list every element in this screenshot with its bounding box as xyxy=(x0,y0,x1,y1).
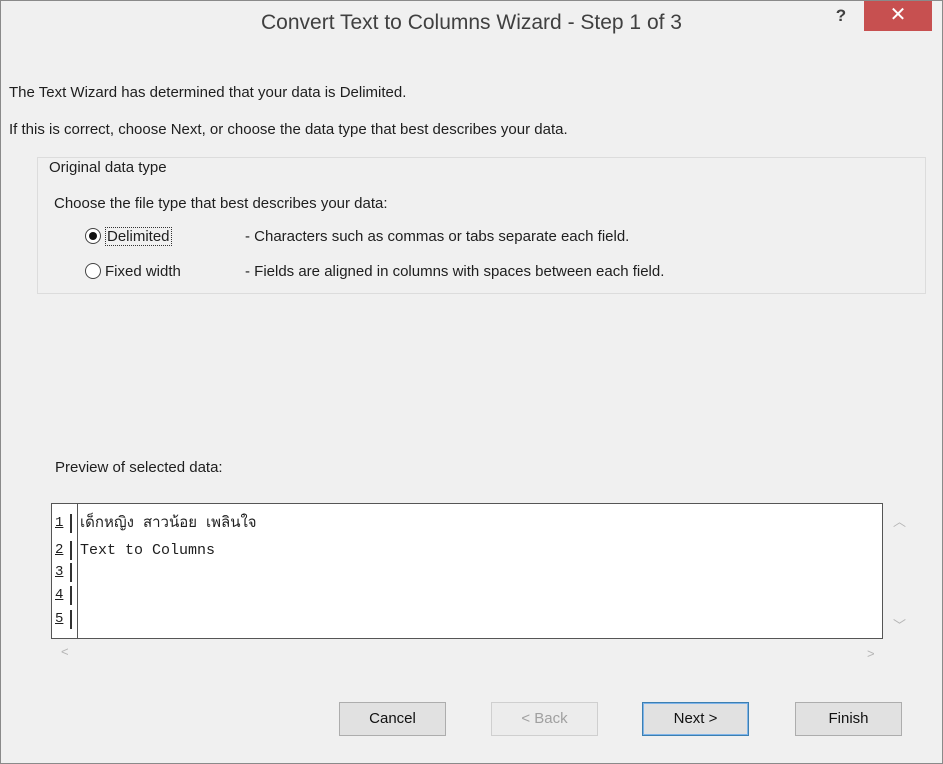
line-number: 2 xyxy=(55,541,72,560)
fixed-width-option[interactable]: Fixed width - Fields are aligned in colu… xyxy=(85,260,664,282)
close-button[interactable]: ✕ xyxy=(864,1,932,31)
cancel-button[interactable]: Cancel xyxy=(339,702,446,736)
fixed-width-label[interactable]: Fixed width xyxy=(105,263,181,280)
next-button-label: Next > xyxy=(673,710,718,727)
line-number: 3 xyxy=(55,563,72,582)
preview-label: Preview of selected data: xyxy=(55,459,223,476)
scroll-down-icon[interactable]: ﹀ xyxy=(893,615,906,634)
delimited-option[interactable]: Delimited - Characters such as commas or… xyxy=(85,225,629,247)
fixed-width-description: - Fields are aligned in columns with spa… xyxy=(245,262,665,280)
line-number-gutter: 1 2 3 4 5 xyxy=(52,504,78,638)
delimited-description: - Characters such as commas or tabs sepa… xyxy=(245,227,630,245)
next-button[interactable]: Next > xyxy=(642,702,749,736)
scroll-up-icon[interactable]: ︿ xyxy=(893,511,906,530)
preview-row: เด็กหญิง สาวน้อย เพลินใจ xyxy=(80,515,257,532)
fixed-width-radio[interactable] xyxy=(85,263,101,279)
scroll-right-icon[interactable]: > xyxy=(867,646,875,661)
preview-row: Text to Columns xyxy=(80,542,216,559)
line-number: 5 xyxy=(55,610,72,629)
file-type-prompt: Choose the file type that best describes… xyxy=(54,195,388,212)
help-button[interactable]: ? xyxy=(827,3,855,29)
finish-button[interactable]: Finish xyxy=(795,702,902,736)
scroll-left-icon[interactable]: < xyxy=(61,644,69,659)
dialog-title: Convert Text to Columns Wizard - Step 1 … xyxy=(261,11,682,34)
line-number: 4 xyxy=(55,586,72,605)
back-button[interactable]: < Back xyxy=(491,702,598,736)
wizard-message-line-1: The Text Wizard has determined that your… xyxy=(9,84,407,101)
original-data-type-label: Original data type xyxy=(47,159,169,176)
delimited-label[interactable]: Delimited xyxy=(105,226,172,246)
data-preview-pane[interactable]: 1 2 3 4 5 เด็กหญิง สาวน้อย เพลินใจ Text … xyxy=(51,503,883,639)
close-icon: ✕ xyxy=(889,4,907,26)
line-number: 1 xyxy=(55,514,72,533)
convert-text-to-columns-dialog: Convert Text to Columns Wizard - Step 1 … xyxy=(0,0,943,764)
delimited-radio[interactable] xyxy=(85,228,101,244)
title-bar[interactable]: Convert Text to Columns Wizard - Step 1 … xyxy=(1,1,942,49)
wizard-message-line-2: If this is correct, choose Next, or choo… xyxy=(9,121,568,138)
